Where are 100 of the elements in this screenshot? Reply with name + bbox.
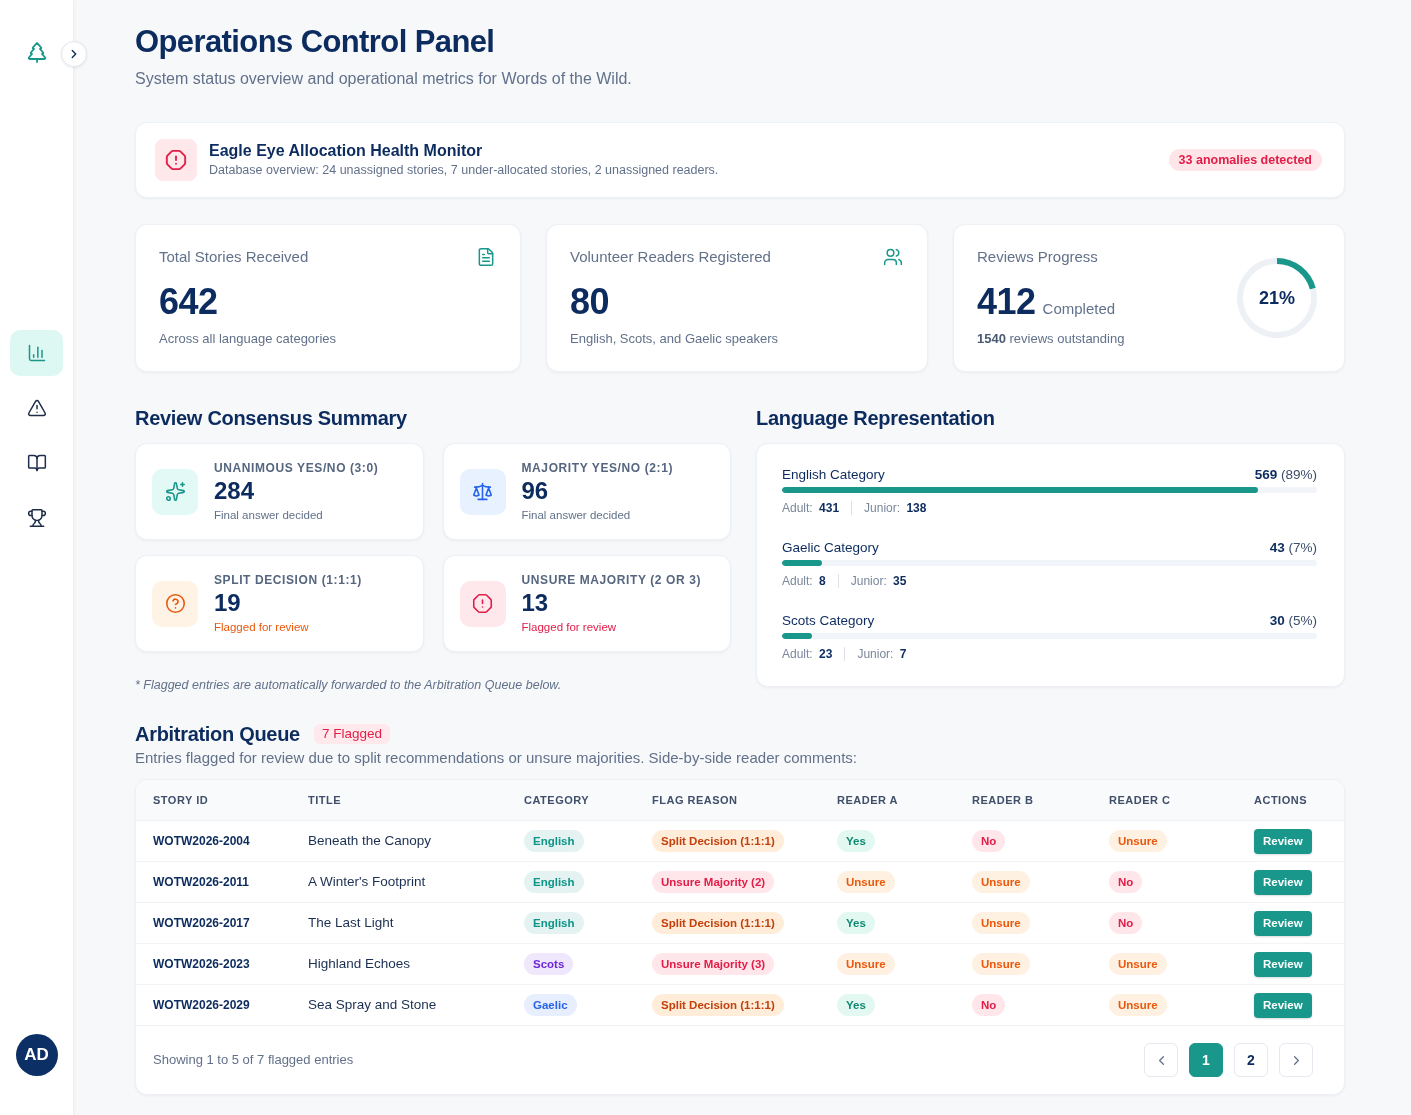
section-title: Language Representation bbox=[756, 406, 996, 431]
category-tag: Gaelic bbox=[524, 994, 577, 1016]
junior-count: Junior: 138 bbox=[864, 500, 927, 516]
alert-description: Database overview: 24 unassigned stories, 7 under-allocated stories, 2 unassigned readers. bbox=[209, 162, 720, 179]
story-id: WOTW2026-2023 bbox=[153, 956, 250, 972]
stat-note: English, Scots, and Gaelic speakers bbox=[570, 330, 780, 348]
consensus-label: UNANIMOUS YES/NO (3:0) bbox=[214, 460, 379, 476]
column-header: READER C bbox=[1109, 793, 1171, 807]
reader-answer-tag: No bbox=[1109, 871, 1143, 893]
column-header: FLAG REASON bbox=[652, 793, 738, 807]
review-button[interactable]: Review bbox=[1254, 951, 1312, 977]
consensus-note: Flagged for review bbox=[214, 620, 310, 635]
adult-count: Adult: 23 bbox=[782, 646, 833, 662]
progress-percent: 21% bbox=[1259, 287, 1295, 309]
review-button[interactable]: Review bbox=[1254, 992, 1312, 1018]
reader-answer-tag: Unsure bbox=[972, 871, 1030, 893]
reader-answer-tag: Unsure bbox=[972, 953, 1030, 975]
story-id: WOTW2026-2017 bbox=[153, 915, 250, 931]
pagination-summary: Showing 1 to 5 of 7 flagged entries bbox=[153, 1051, 354, 1069]
stat-note: 1540 reviews outstanding bbox=[977, 330, 1125, 348]
consensus-note: Final answer decided bbox=[521, 508, 632, 523]
adult-count: Adult: 8 bbox=[782, 573, 826, 589]
story-title: The Last Light bbox=[308, 914, 394, 932]
consensus-note: Final answer decided bbox=[214, 508, 324, 523]
story-title: Sea Spray and Stone bbox=[308, 996, 437, 1014]
consensus-value: 13 bbox=[521, 589, 550, 617]
consensus-value: 19 bbox=[214, 589, 242, 617]
category-tag: Scots bbox=[524, 953, 574, 975]
column-header: TITLE bbox=[308, 793, 342, 807]
language-label: Scots Category bbox=[782, 612, 875, 630]
footnote: * Flagged entries are automatically forwarded to the Arbitration Queue below. bbox=[135, 677, 563, 694]
flag-reason-tag: Split Decision (1:1:1) bbox=[652, 994, 784, 1016]
story-title: A Winter's Footprint bbox=[308, 873, 426, 891]
column-header: READER B bbox=[972, 793, 1034, 807]
consensus-value: 284 bbox=[214, 477, 256, 505]
page-button[interactable]: 2 bbox=[1234, 1043, 1268, 1077]
story-id: WOTW2026-2004 bbox=[153, 833, 250, 849]
flagged-badge: 7 Flagged bbox=[313, 724, 390, 744]
reader-answer-tag: Unsure bbox=[1109, 994, 1167, 1016]
section-title: Review Consensus Summary bbox=[135, 406, 408, 431]
language-label: English Category bbox=[782, 466, 885, 484]
queue-description: Entries flagged for review due to split recommendations or unsure majorities. Side-by-side reader comments: bbox=[135, 748, 858, 768]
page-subtitle: System status overview and operational metrics for Words of the Wild. bbox=[135, 69, 633, 89]
reader-answer-tag: No bbox=[1109, 912, 1143, 934]
stat-unit: Completed bbox=[1042, 299, 1116, 319]
language-total: 30 (5%) bbox=[1269, 612, 1317, 630]
column-header: STORY ID bbox=[153, 793, 209, 807]
stat-value: 412 bbox=[977, 282, 1036, 322]
story-id: WOTW2026-2029 bbox=[153, 997, 250, 1013]
document-icon bbox=[476, 247, 496, 267]
completed-donut-slice bbox=[1277, 258, 1316, 290]
review-button[interactable]: Review bbox=[1254, 828, 1312, 854]
review-button[interactable]: Review bbox=[1254, 869, 1312, 895]
language-total: 569 (89%) bbox=[1254, 466, 1317, 484]
column-header: ACTIONS bbox=[1254, 793, 1307, 807]
warning-icon bbox=[26, 398, 47, 418]
question-icon bbox=[152, 580, 198, 627]
story-title: Highland Echoes bbox=[308, 955, 411, 973]
reader-answer-tag: No bbox=[972, 830, 1006, 852]
sparkle-icon bbox=[152, 468, 198, 515]
consensus-label: SPLIT DECISION (1:1:1) bbox=[214, 572, 362, 588]
adult-count: Adult: 431 bbox=[782, 500, 840, 516]
flag-reason-tag: Split Decision (1:1:1) bbox=[652, 830, 784, 852]
reader-answer-tag: Unsure bbox=[1109, 830, 1167, 852]
section-title: Arbitration Queue bbox=[135, 722, 300, 747]
consensus-label: UNSURE MAJORITY (2 OR 3) bbox=[521, 572, 702, 588]
trophy-icon bbox=[26, 508, 47, 528]
category-tag: English bbox=[524, 871, 584, 893]
flag-reason-tag: Unsure Majority (3) bbox=[652, 953, 775, 975]
story-title: Beneath the Canopy bbox=[308, 832, 432, 850]
flag-reason-tag: Unsure Majority (2) bbox=[652, 871, 775, 893]
stat-value: 80 bbox=[570, 282, 610, 322]
column-header: READER A bbox=[837, 793, 899, 807]
stat-note: Across all language categories bbox=[159, 330, 338, 348]
junior-count: Junior: 35 bbox=[850, 573, 907, 589]
reader-answer-tag: Yes bbox=[837, 994, 875, 1016]
reader-answer-tag: Unsure bbox=[837, 871, 895, 893]
users-icon bbox=[883, 247, 903, 267]
expand-sidebar-button[interactable] bbox=[61, 41, 87, 67]
column-header: CATEGORY bbox=[524, 793, 590, 807]
reader-answer-tag: Yes bbox=[837, 830, 875, 852]
book-icon bbox=[26, 453, 47, 473]
page-button[interactable]: 1 bbox=[1189, 1043, 1223, 1077]
consensus-note: Flagged for review bbox=[521, 620, 618, 635]
consensus-label: MAJORITY YES/NO (2:1) bbox=[521, 460, 674, 476]
stat-label: Reviews Progress bbox=[977, 247, 1098, 267]
category-tag: English bbox=[524, 912, 584, 934]
language-total: 43 (7%) bbox=[1269, 539, 1317, 557]
flag-reason-tag: Split Decision (1:1:1) bbox=[652, 912, 784, 934]
anomalies-badge: 33 anomalies detected bbox=[1168, 149, 1322, 171]
reader-answer-tag: Unsure bbox=[1109, 953, 1167, 975]
scale-icon bbox=[459, 468, 506, 515]
user-avatar[interactable]: AD bbox=[15, 1034, 58, 1076]
stat-value: 642 bbox=[159, 282, 218, 322]
story-id: WOTW2026-2011 bbox=[153, 874, 250, 890]
category-tag: English bbox=[524, 830, 584, 852]
alert-title: Eagle Eye Allocation Health Monitor bbox=[209, 141, 484, 161]
reader-answer-tag: Unsure bbox=[972, 912, 1030, 934]
consensus-value: 96 bbox=[521, 477, 550, 505]
review-button[interactable]: Review bbox=[1254, 910, 1312, 936]
